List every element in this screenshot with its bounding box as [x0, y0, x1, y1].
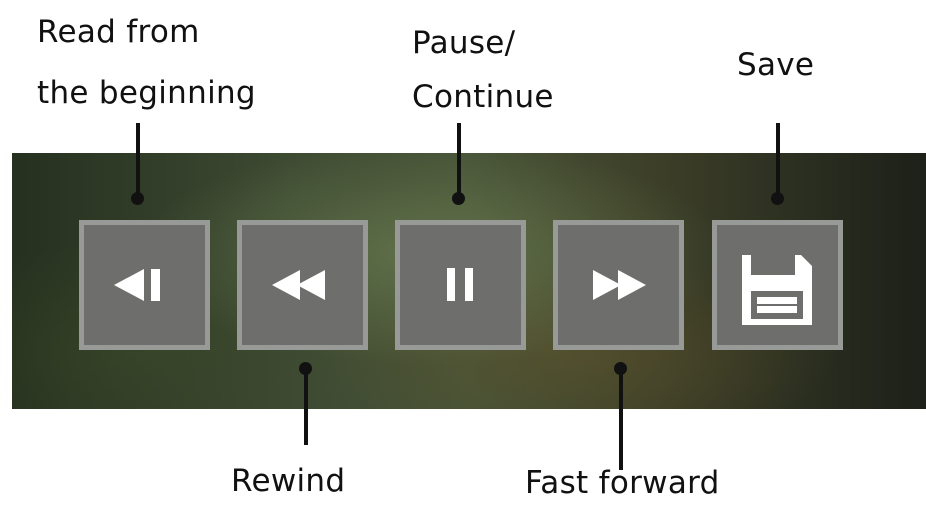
- floppy-disk-icon: [742, 255, 812, 325]
- rewind-icon: [272, 270, 325, 300]
- pause-continue-label-line2: Continue: [412, 79, 554, 115]
- callout-line-fast-forward: [619, 368, 623, 470]
- pause-icon: [447, 268, 473, 301]
- callout-line-rewind: [304, 368, 308, 445]
- rewind-label: Rewind: [231, 463, 346, 499]
- fast-forward-icon: [593, 270, 646, 300]
- callout-line-read-from-beginning: [136, 123, 140, 198]
- fast-forward-button[interactable]: [553, 220, 684, 350]
- read-from-beginning-label-line1: Read from: [37, 14, 200, 50]
- rewind-button[interactable]: [237, 220, 368, 350]
- save-label: Save: [737, 47, 815, 83]
- callout-dot-save: [771, 192, 784, 205]
- callout-dot-read-from-beginning: [131, 192, 144, 205]
- fast-forward-label: Fast forward: [525, 465, 720, 501]
- read-from-beginning-button[interactable]: [79, 220, 210, 350]
- pause-continue-button[interactable]: [395, 220, 526, 350]
- callout-dot-pause: [452, 192, 465, 205]
- skip-to-start-icon: [114, 269, 160, 301]
- read-from-beginning-label-line2: the beginning: [37, 75, 256, 111]
- save-button[interactable]: [712, 220, 843, 350]
- callout-line-save: [776, 123, 780, 198]
- pause-continue-label-line1: Pause/: [412, 25, 516, 61]
- callout-line-pause: [457, 123, 461, 198]
